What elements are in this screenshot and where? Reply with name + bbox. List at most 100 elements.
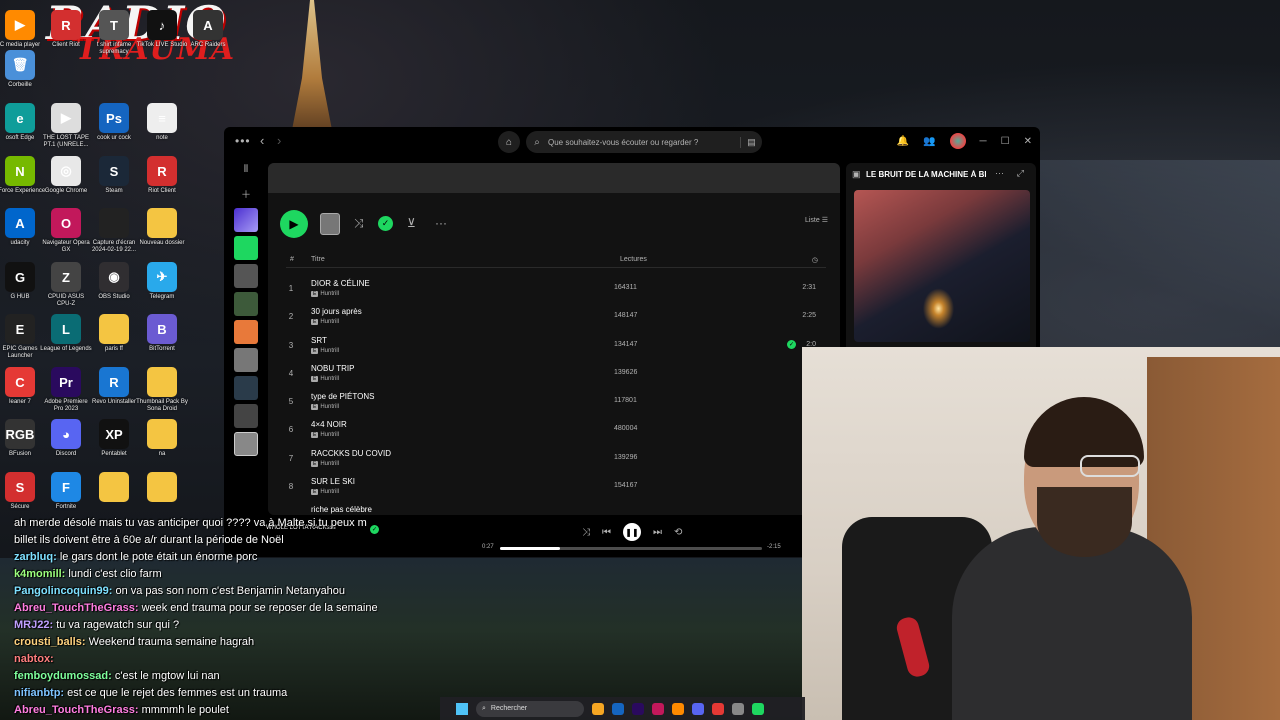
desktop-icon[interactable]: XP Pentablet [88, 419, 140, 458]
desktop-icon[interactable]: Ps cook ur cock [88, 103, 140, 142]
desktop-icon[interactable]: A ARC Raiders [182, 10, 234, 49]
download-icon[interactable]: ⊻ [407, 216, 416, 230]
desktop-icon[interactable]: Z CPUID ASUS CPU-Z [40, 262, 92, 308]
desktop-icon[interactable]: paris ff [88, 314, 140, 353]
library-item[interactable] [234, 292, 258, 316]
desktop-icon[interactable]: ≡ note [136, 103, 188, 142]
track-title[interactable]: DIOR & CÉLINE [311, 279, 370, 288]
chat-username[interactable]: nifianbtp: [14, 687, 64, 699]
chat-username[interactable]: crousti_balls: [14, 636, 86, 648]
desktop-icon[interactable]: O Navigateur Opera GX [40, 208, 92, 254]
repeat-icon[interactable]: ⟲ [674, 527, 682, 538]
library-item[interactable] [234, 404, 258, 428]
desktop-icon[interactable]: R Revo Uninstaller [88, 367, 140, 406]
more-icon[interactable]: ··· [435, 216, 447, 230]
track-artist[interactable]: Huntrill [320, 432, 339, 438]
minimize-icon[interactable]: ─ [980, 136, 987, 147]
taskbar-app-icon[interactable] [672, 702, 684, 715]
chat-username[interactable]: Abreu_TouchTheGrass: [14, 602, 139, 614]
desktop-icon[interactable]: 🗑 Corbeille [0, 50, 46, 89]
taskbar-search[interactable]: ⌕ Rechercher [476, 700, 584, 717]
desktop-icon[interactable]: L League of Legends [40, 314, 92, 353]
taskbar-app-icon[interactable] [692, 702, 704, 715]
desktop-icon[interactable]: Pr Adobe Premiere Pro 2023 [40, 367, 92, 413]
track-title[interactable]: riche pas célèbre [311, 505, 372, 514]
taskbar-app-icon[interactable] [752, 702, 764, 715]
track-title[interactable]: RACCKKS DU COVID [311, 449, 391, 458]
track-artist[interactable]: Huntrill [320, 461, 339, 467]
taskbar-app-icon[interactable] [632, 702, 644, 715]
friends-icon[interactable]: 👥 [923, 136, 935, 147]
track-title[interactable]: SRT [311, 336, 327, 345]
library-item[interactable] [234, 236, 258, 260]
bell-icon[interactable]: 🔔 [897, 136, 909, 147]
browse-icon[interactable]: ▤ [740, 136, 762, 148]
desktop-icon[interactable]: ✈ Telegram [136, 262, 188, 301]
chat-username[interactable]: MRJ22: [14, 619, 53, 631]
library-item[interactable] [234, 264, 258, 288]
chat-username[interactable]: k4momill: [14, 568, 65, 580]
search-input[interactable]: Que souhaitez-vous écouter ou regarder ? [548, 138, 740, 147]
track-title[interactable]: type de PIÉTONS [311, 392, 374, 401]
desktop-icon[interactable]: ◕ Discord [40, 419, 92, 458]
desktop-icon[interactable]: na [136, 419, 188, 458]
chat-username[interactable]: nabtox: [14, 653, 54, 665]
track-title[interactable]: 4×4 NOIR [311, 420, 347, 429]
pause-button[interactable]: ❚❚ [623, 523, 641, 541]
add-icon[interactable]: ＋ [232, 186, 260, 208]
desktop-icon[interactable] [136, 472, 188, 504]
desktop-icon[interactable]: R Client Riot [40, 10, 92, 49]
track-title[interactable]: SUR LE SKI [311, 477, 355, 486]
taskbar-app-icon[interactable] [652, 702, 664, 715]
track-row[interactable]: 64×4 NOIREHuntrill4800042:3 [286, 417, 826, 445]
saved-check-icon[interactable]: ✓ [378, 216, 393, 231]
search-bar[interactable]: ⌕ Que souhaitez-vous écouter ou regarder… [526, 131, 762, 153]
more-icon[interactable]: ··· [995, 168, 1004, 178]
desktop-icon[interactable]: ◉ OBS Studio [88, 262, 140, 301]
shuffle-icon[interactable]: ⤨ [582, 527, 590, 538]
chat-username[interactable]: zarbluq: [14, 551, 57, 563]
track-artist[interactable]: Huntrill [320, 319, 339, 325]
shuffle-icon[interactable]: ⤨ [354, 216, 364, 231]
liked-check-icon[interactable]: ✓ [787, 339, 796, 349]
taskbar-app-icon[interactable] [732, 702, 744, 715]
track-row[interactable]: 1 DIOR & CÉLINE E Huntrill 164311 2:31 [286, 276, 826, 304]
forward-icon[interactable]: › [277, 133, 281, 148]
desktop-icon[interactable]: B BitTorrent [136, 314, 188, 353]
track-title[interactable]: NOBU TRIP [311, 364, 354, 373]
desktop-icon[interactable]: ◎ Google Chrome [40, 156, 92, 195]
avatar[interactable] [949, 133, 966, 149]
back-icon[interactable]: ‹ [260, 133, 264, 148]
track-row[interactable]: 4NOBU TRIPEHuntrill1396262:1 [286, 361, 826, 389]
home-button[interactable]: ⌂ [498, 131, 520, 153]
list-view-toggle[interactable]: Liste ☰ [805, 216, 828, 224]
menu-icon[interactable]: ••• [235, 134, 251, 148]
album-thumb[interactable] [320, 213, 340, 235]
maximize-icon[interactable]: ☐ [1001, 136, 1010, 147]
desktop-icon[interactable] [88, 472, 140, 504]
desktop-icon[interactable]: Capture d'écran 2024-02-19 22... [88, 208, 140, 254]
desktop-icon[interactable]: Thumbnail Pack By Sona Droid [136, 367, 188, 413]
desktop-icon[interactable]: Nouveau dossier [136, 208, 188, 247]
previous-icon[interactable]: ⏮ [602, 527, 611, 538]
taskbar-app-icon[interactable] [592, 702, 604, 715]
taskbar-app-icon[interactable] [712, 702, 724, 715]
track-row[interactable]: 2 30 jours après E Huntrill 148147 2:25 [286, 304, 826, 332]
library-icon[interactable]: ⫴ [232, 164, 260, 186]
progress-bar[interactable] [500, 547, 762, 550]
track-artist[interactable]: Huntrill [320, 376, 339, 382]
track-artist[interactable]: Huntrill [320, 404, 339, 410]
library-item[interactable] [234, 320, 258, 344]
chat-username[interactable]: Pangolincoquin99: [14, 585, 112, 597]
track-artist[interactable]: Huntrill [320, 489, 339, 495]
desktop-icon[interactable]: F Fortnite [40, 472, 92, 511]
chat-username[interactable]: Abreu_TouchTheGrass: [14, 704, 139, 716]
desktop-icon[interactable]: R Riot Client [136, 156, 188, 195]
play-button[interactable]: ▶ [280, 210, 308, 238]
desktop-icon[interactable]: Tt shirt infame supremacy [88, 10, 140, 56]
track-row[interactable]: riche pas célèbre [286, 502, 826, 515]
next-icon[interactable]: ⏭ [653, 527, 662, 538]
chat-username[interactable]: femboydumossad: [14, 670, 112, 682]
desktop-icon[interactable]: ▶ THE LOST TAPE PT.1 (UNRELE... [40, 103, 92, 149]
library-item[interactable] [234, 432, 258, 456]
